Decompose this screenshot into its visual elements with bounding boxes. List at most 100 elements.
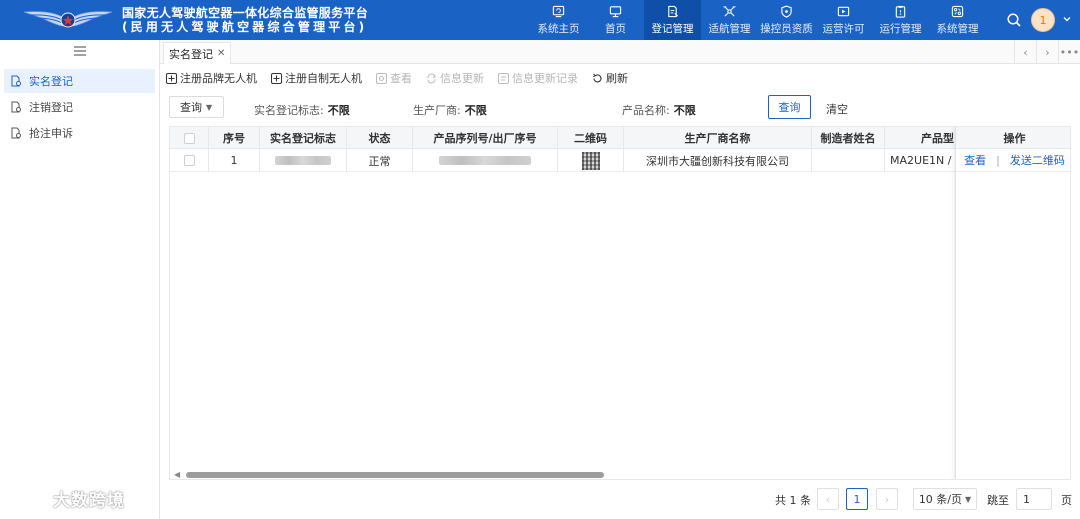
document-edit-icon: [668, 5, 679, 17]
nav-label: 首页: [605, 22, 626, 35]
table-header: 序号 实名登记标志 状态 产品序列号/出厂序号 二维码 生产厂商名称 制造者姓名…: [170, 127, 1070, 149]
sidebar: 实名登记 注销登记 抢注申诉: [0, 40, 160, 519]
info-update-log-button[interactable]: 信息更新记录: [498, 70, 578, 86]
nav-system-home[interactable]: 系统主页: [530, 0, 587, 40]
tabs-prev-button[interactable]: ‹: [1014, 40, 1036, 64]
nav-registration[interactable]: 登记管理: [644, 0, 701, 40]
info-update-button[interactable]: 信息更新: [426, 70, 484, 86]
checkbox[interactable]: [183, 132, 195, 144]
nav-system-management[interactable]: 系统管理: [929, 0, 986, 40]
redacted-text: [439, 156, 531, 165]
search-icon[interactable]: [1006, 12, 1022, 28]
search-button[interactable]: 查询: [768, 95, 811, 119]
qrcode-image[interactable]: [581, 151, 600, 170]
redacted-text: [275, 156, 331, 165]
filter-label: 实名登记标志:: [254, 104, 324, 117]
horizontal-scrollbar[interactable]: ◀: [174, 470, 954, 479]
pagination-total: 共 1 条: [775, 494, 811, 507]
filter-value: 不限: [327, 104, 350, 117]
tabs-next-button[interactable]: ›: [1036, 40, 1058, 64]
header-manufacturer: 生产厂商名称: [624, 127, 812, 149]
chevron-down-icon: ▼: [965, 494, 972, 504]
shield-icon: [781, 5, 792, 18]
close-icon[interactable]: ✕: [217, 48, 225, 59]
prev-page-button[interactable]: ‹: [817, 488, 839, 510]
nav-operator-qualification[interactable]: 操控员资质: [758, 0, 815, 40]
registration-table: 序号 实名登记标志 状态 产品序列号/出厂序号 二维码 生产厂商名称 制造者姓名…: [169, 126, 1071, 480]
row-ops: 查看 | 发送二维码: [956, 149, 1070, 172]
jump-page-input[interactable]: 1: [1016, 488, 1052, 510]
desktop-icon: [609, 5, 622, 17]
document-person-icon: [11, 127, 21, 139]
view-button[interactable]: 查看: [376, 70, 412, 86]
nav-home[interactable]: 首页: [587, 0, 644, 40]
header-qrcode: 二维码: [558, 127, 624, 149]
more-dots-icon: •••: [1059, 45, 1080, 59]
filter-reg-mark[interactable]: 实名登记标志: 不限: [254, 102, 350, 118]
document-person-icon: [11, 101, 21, 113]
button-label: 信息更新记录: [512, 72, 578, 85]
platform-title-sub: (民用无人驾驶航空器综合管理平台): [122, 20, 368, 34]
table-row[interactable]: 1 正常 深圳市大疆创新科技有限公司 MA2UE1N / M: [170, 149, 1070, 172]
next-page-button[interactable]: ›: [876, 488, 898, 510]
query-dropdown[interactable]: 查询 ▼: [169, 96, 224, 118]
header-ops: 操作: [956, 127, 1070, 149]
row-view-link[interactable]: 查看: [964, 152, 986, 168]
filter-label: 产品名称:: [622, 104, 670, 117]
filter-product-name[interactable]: 产品名称: 不限: [622, 102, 696, 118]
filter-manufacturer[interactable]: 生产厂商: 不限: [413, 102, 487, 118]
tab-real-name-registration[interactable]: 实名登记 ✕: [163, 42, 232, 64]
user-avatar[interactable]: 1: [1031, 8, 1055, 32]
scrollbar-thumb[interactable]: [186, 472, 604, 478]
nav-airworthiness[interactable]: 适航管理: [701, 0, 758, 40]
log-doc-icon: [498, 72, 509, 84]
refresh-button[interactable]: 刷新: [592, 70, 628, 86]
sync-icon: [427, 73, 436, 83]
chevron-down-icon[interactable]: [1062, 14, 1072, 24]
header-index: 序号: [209, 127, 260, 149]
scroll-left-icon[interactable]: ◀: [174, 470, 180, 479]
checkbox[interactable]: [183, 155, 195, 166]
sidebar-item-real-name-registration[interactable]: 实名登记: [4, 69, 155, 93]
filter-label: 生产厂商:: [413, 104, 461, 117]
cell-serial-redacted: [413, 149, 558, 172]
caac-wings-logo-icon[interactable]: [22, 4, 114, 36]
sidebar-item-deregistration[interactable]: 注销登记: [4, 95, 155, 119]
page-size-select[interactable]: 10 条/页 ▼: [913, 488, 977, 510]
operations-column: 操作 查看 | 发送二维码: [955, 127, 1070, 479]
row-select[interactable]: [170, 149, 209, 172]
plus-square-icon: [166, 72, 177, 84]
nav-label: 操控员资质: [760, 22, 813, 35]
jump-label: 跳至: [987, 494, 1009, 507]
register-brand-drone-button[interactable]: 注册品牌无人机: [166, 70, 257, 86]
page-unit-label: 页: [1061, 494, 1072, 507]
page-1-button[interactable]: 1: [846, 488, 868, 510]
menu-collapse-icon[interactable]: [74, 46, 86, 56]
tab-label: 实名登记: [169, 47, 213, 61]
nav-label: 运行管理: [879, 22, 922, 35]
nav-operation-management[interactable]: 运行管理: [872, 0, 929, 40]
nav-label: 登记管理: [651, 22, 694, 35]
op-separator: |: [996, 153, 1000, 167]
refresh-icon: [593, 73, 602, 82]
button-label: 信息更新: [440, 72, 484, 85]
filter-value: 不限: [464, 104, 487, 117]
row-send-qrcode-link[interactable]: 发送二维码: [1010, 152, 1065, 168]
sidebar-item-label: 抢注申诉: [29, 127, 73, 140]
tabs-more-button[interactable]: •••: [1058, 40, 1080, 64]
register-self-made-drone-button[interactable]: 注册自制无人机: [271, 70, 362, 86]
top-header: 国家无人驾驶航空器一体化综合监管服务平台 (民用无人驾驶航空器综合管理平台) 系…: [0, 0, 1080, 40]
sidebar-item-label: 实名登记: [29, 75, 73, 88]
sidebar-item-squatting-appeal[interactable]: 抢注申诉: [4, 121, 155, 145]
header-select-all[interactable]: [170, 127, 209, 149]
filter-value: 不限: [673, 104, 696, 117]
nav-operation-license[interactable]: 运营许可: [815, 0, 872, 40]
clear-button[interactable]: 清空: [826, 101, 848, 117]
clipboard-icon: [895, 5, 906, 18]
sidebar-item-label: 注销登记: [29, 101, 73, 114]
page-size-value: 10 条/页: [918, 493, 963, 506]
cell-reg-mark-redacted: [260, 149, 347, 172]
license-icon: [837, 6, 850, 16]
document-person-icon: [11, 75, 21, 87]
cell-qrcode[interactable]: [558, 149, 624, 172]
